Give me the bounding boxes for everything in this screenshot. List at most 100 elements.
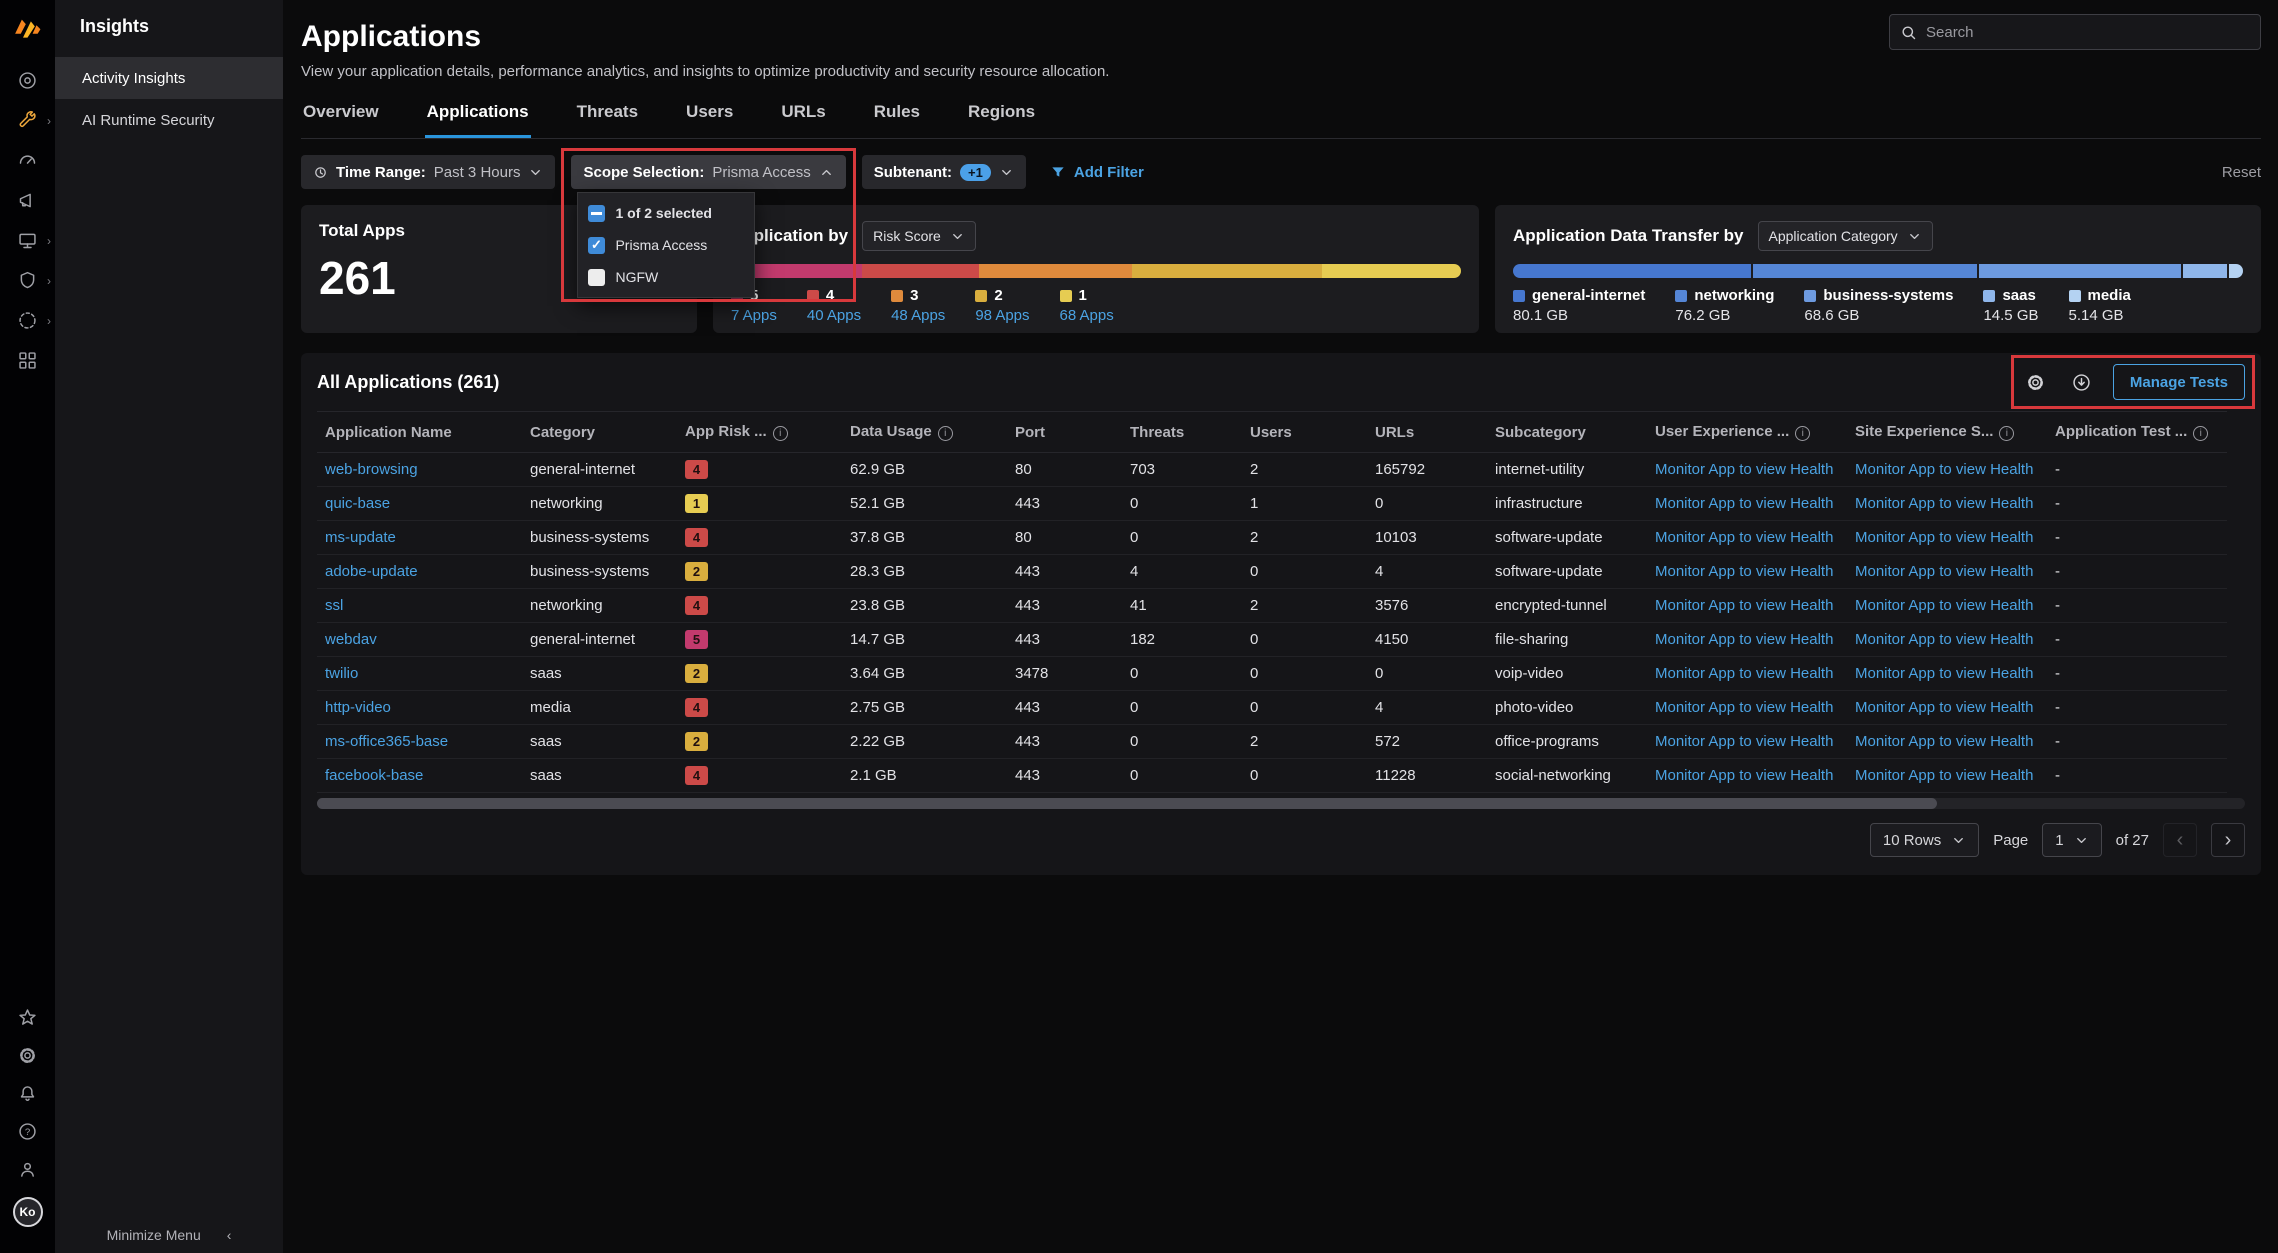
monitor-app-link[interactable]: Monitor App to view Health	[1655, 733, 1833, 750]
scope-option-ngfw[interactable]: NGFW	[578, 261, 754, 293]
column-header-application-test[interactable]: Application Test ...i	[2047, 412, 2227, 453]
user-avatar[interactable]: Ko	[13, 1197, 43, 1227]
table-row[interactable]: facebook-base saas 4 2.1 GB 443 0 0 1122…	[317, 759, 2227, 793]
application-name-link[interactable]: twilio	[325, 665, 358, 682]
legend-value[interactable]: 40 Apps	[807, 307, 861, 324]
column-header-subcategory[interactable]: Subcategory	[1487, 412, 1647, 453]
workflows-monitor-icon[interactable]: ›	[0, 230, 55, 251]
subtenant-filter[interactable]: Subtenant: +1	[862, 155, 1026, 189]
tab-overview[interactable]: Overview	[301, 102, 381, 138]
tab-rules[interactable]: Rules	[872, 102, 922, 138]
tab-users[interactable]: Users	[684, 102, 735, 138]
time-range-filter[interactable]: Time Range: Past 3 Hours	[301, 155, 555, 189]
scope-selection-filter[interactable]: Scope Selection: Prisma Access	[571, 155, 845, 189]
tab-regions[interactable]: Regions	[966, 102, 1037, 138]
application-name-link[interactable]: adobe-update	[325, 563, 418, 580]
table-row[interactable]: ms-update business-systems 4 37.8 GB 80 …	[317, 521, 2227, 555]
unchecked-checkbox[interactable]	[588, 269, 605, 286]
application-category-selector[interactable]: Application Category	[1758, 221, 1933, 251]
column-header-category[interactable]: Category	[522, 412, 677, 453]
announcements-icon[interactable]	[0, 190, 55, 211]
monitor-app-link[interactable]: Monitor App to view Health	[1655, 529, 1833, 546]
table-row[interactable]: http-video media 4 2.75 GB 443 0 0 4 pho…	[317, 691, 2227, 725]
reset-filters-button[interactable]: Reset	[2222, 164, 2261, 181]
application-name-link[interactable]: facebook-base	[325, 767, 423, 784]
monitor-app-link[interactable]: Monitor App to view Health	[1855, 563, 2033, 580]
monitor-app-link[interactable]: Monitor App to view Health	[1655, 597, 1833, 614]
monitor-app-link[interactable]: Monitor App to view Health	[1855, 767, 2033, 784]
sidebar-item-activity-insights[interactable]: Activity Insights	[55, 57, 283, 99]
table-row[interactable]: ssl networking 4 23.8 GB 443 41 2 3576 e…	[317, 589, 2227, 623]
notifications-bell-icon[interactable]	[0, 1083, 55, 1104]
user-profile-icon[interactable]	[0, 1159, 55, 1180]
incidents-dashed-circle-icon[interactable]: ›	[0, 310, 55, 331]
column-header-user-experience[interactable]: User Experience ...i	[1647, 412, 1847, 453]
table-row[interactable]: twilio saas 2 3.64 GB 3478 0 0 0 voip-vi…	[317, 657, 2227, 691]
legend-value[interactable]: 68 Apps	[1060, 307, 1114, 324]
horizontal-scrollbar[interactable]	[317, 798, 2245, 809]
tab-applications[interactable]: Applications	[425, 102, 531, 138]
monitor-app-link[interactable]: Monitor App to view Health	[1855, 495, 2033, 512]
application-name-link[interactable]: ms-office365-base	[325, 733, 448, 750]
table-row[interactable]: webdav general-internet 5 14.7 GB 443 18…	[317, 623, 2227, 657]
command-center-icon[interactable]	[0, 70, 55, 91]
application-name-link[interactable]: quic-base	[325, 495, 390, 512]
application-name-link[interactable]: http-video	[325, 699, 391, 716]
scope-option-select-all[interactable]: 1 of 2 selected	[578, 197, 754, 229]
favorites-star-icon[interactable]	[0, 1007, 55, 1028]
monitor-app-link[interactable]: Monitor App to view Health	[1855, 699, 2033, 716]
page-number-selector[interactable]: 1	[2042, 823, 2101, 857]
legend-value[interactable]: 98 Apps	[975, 307, 1029, 324]
column-header-site-experience[interactable]: Site Experience S...i	[1847, 412, 2047, 453]
scope-option-prisma-access[interactable]: Prisma Access	[578, 229, 754, 261]
manage-tests-button[interactable]: Manage Tests	[2113, 364, 2245, 400]
search-input[interactable]	[1926, 24, 2250, 41]
risk-score-selector[interactable]: Risk Score	[862, 221, 976, 251]
monitor-app-link[interactable]: Monitor App to view Health	[1855, 597, 2033, 614]
help-icon[interactable]: ?	[0, 1121, 55, 1142]
monitor-app-link[interactable]: Monitor App to view Health	[1655, 699, 1833, 716]
monitor-app-link[interactable]: Monitor App to view Health	[1655, 563, 1833, 580]
sidebar-item-ai-runtime-security[interactable]: AI Runtime Security	[55, 99, 283, 141]
objects-grid-icon[interactable]	[0, 350, 55, 371]
minimize-menu-button[interactable]: Minimize Menu ‹	[55, 1227, 283, 1243]
monitor-app-link[interactable]: Monitor App to view Health	[1855, 733, 2033, 750]
dashboard-gauge-icon[interactable]	[0, 150, 55, 171]
monitor-app-link[interactable]: Monitor App to view Health	[1655, 631, 1833, 648]
monitor-app-link[interactable]: Monitor App to view Health	[1855, 461, 2033, 478]
table-row[interactable]: adobe-update business-systems 2 28.3 GB …	[317, 555, 2227, 589]
column-header-app-risk[interactable]: App Risk ...i	[677, 412, 842, 453]
rows-per-page-selector[interactable]: 10 Rows	[1870, 823, 1979, 857]
legend-value[interactable]: 48 Apps	[891, 307, 945, 324]
column-header-data-usage[interactable]: Data Usagei	[842, 412, 1007, 453]
palo-alto-logo[interactable]	[14, 14, 41, 46]
insights-wrench-icon[interactable]: ›	[0, 110, 55, 131]
column-header-application-name[interactable]: Application Name	[317, 412, 522, 453]
monitor-app-link[interactable]: Monitor App to view Health	[1655, 461, 1833, 478]
checked-checkbox[interactable]	[588, 237, 605, 254]
settings-gear-icon[interactable]	[0, 1045, 55, 1066]
tab-threats[interactable]: Threats	[575, 102, 640, 138]
security-shield-icon[interactable]: ›	[0, 270, 55, 291]
table-row[interactable]: quic-base networking 1 52.1 GB 443 0 1 0…	[317, 487, 2227, 521]
monitor-app-link[interactable]: Monitor App to view Health	[1655, 495, 1833, 512]
column-header-users[interactable]: Users	[1242, 412, 1367, 453]
scrollbar-thumb[interactable]	[317, 798, 1937, 809]
global-search[interactable]	[1889, 14, 2261, 50]
monitor-app-link[interactable]: Monitor App to view Health	[1655, 767, 1833, 784]
application-name-link[interactable]: ssl	[325, 597, 343, 614]
monitor-app-link[interactable]: Monitor App to view Health	[1855, 665, 2033, 682]
column-header-urls[interactable]: URLs	[1367, 412, 1487, 453]
indeterminate-checkbox[interactable]	[588, 205, 605, 222]
table-row[interactable]: ms-office365-base saas 2 2.22 GB 443 0 2…	[317, 725, 2227, 759]
next-page-button[interactable]: ›	[2211, 823, 2245, 857]
monitor-app-link[interactable]: Monitor App to view Health	[1855, 529, 2033, 546]
monitor-app-link[interactable]: Monitor App to view Health	[1855, 631, 2033, 648]
table-settings-gear-icon[interactable]	[2021, 367, 2051, 397]
table-row[interactable]: web-browsing general-internet 4 62.9 GB …	[317, 453, 2227, 487]
monitor-app-link[interactable]: Monitor App to view Health	[1655, 665, 1833, 682]
column-header-threats[interactable]: Threats	[1122, 412, 1242, 453]
application-name-link[interactable]: ms-update	[325, 529, 396, 546]
application-name-link[interactable]: webdav	[325, 631, 377, 648]
tab-urls[interactable]: URLs	[779, 102, 827, 138]
